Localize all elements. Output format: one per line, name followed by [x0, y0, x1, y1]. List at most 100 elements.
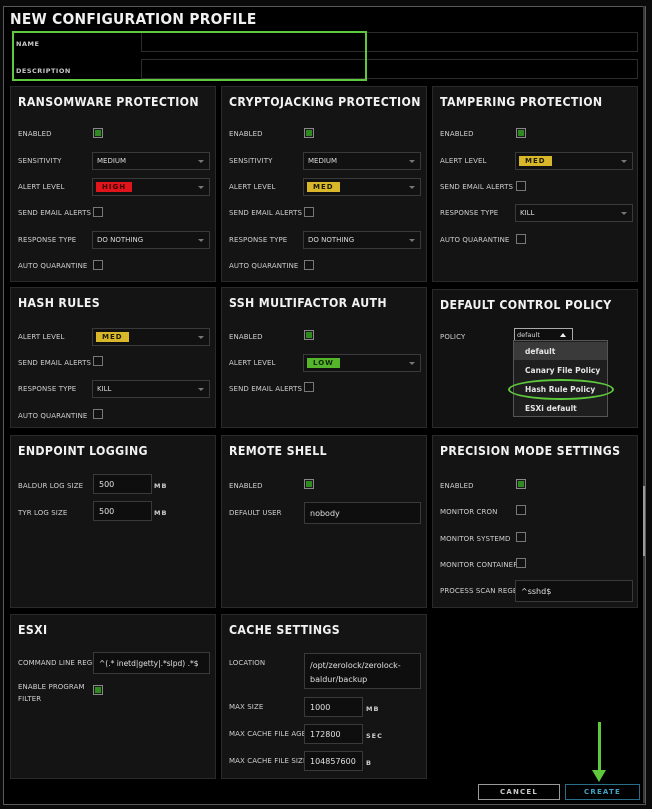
panel-title: ENDPOINT LOGGING — [18, 443, 148, 458]
enabled-checkbox[interactable] — [516, 479, 526, 489]
max-cache-file-size-input[interactable]: 104857600 — [304, 751, 363, 771]
max-size-input[interactable]: 1000 — [304, 697, 363, 717]
email-alerts-checkbox[interactable] — [93, 207, 103, 217]
enabled-checkbox[interactable] — [304, 128, 314, 138]
auto-quarantine-label: AUTO QUARANTINE — [18, 412, 88, 420]
panel-cryptojacking: CRYPTOJACKING PROTECTION ENABLED SENSITI… — [221, 86, 427, 282]
enabled-label: ENABLED — [229, 130, 263, 138]
enable-program-filter-label-2: FILTER — [18, 695, 42, 703]
sensitivity-label: SENSITIVITY — [18, 157, 62, 165]
alert-level-select[interactable]: MED — [515, 152, 633, 170]
policy-option-canary-file[interactable]: Canary File Policy — [514, 361, 607, 379]
alert-level-badge: MED — [307, 182, 340, 192]
panel-remote-shell: REMOTE SHELL ENABLED DEFAULT USER nobody — [221, 435, 427, 608]
panel-title: TAMPERING PROTECTION — [440, 94, 603, 109]
panel-title: ESXI — [18, 622, 48, 637]
response-type-label: RESPONSE TYPE — [18, 385, 77, 393]
command-line-regex-input[interactable]: ^(.* inetd|getty|.*slpd) .*$ — [93, 652, 210, 674]
enable-program-filter-label: ENABLE PROGRAM — [18, 683, 85, 691]
alert-level-badge: HIGH — [96, 182, 133, 192]
auto-quarantine-checkbox[interactable] — [304, 260, 314, 270]
policy-option-esxi-default[interactable]: ESXi default — [514, 399, 607, 417]
policy-label: POLICY — [440, 333, 466, 341]
select-value: MEDIUM — [308, 157, 338, 165]
response-type-select[interactable]: DO NOTHING — [92, 231, 210, 249]
baldur-log-size-input[interactable]: 500 — [93, 474, 152, 494]
max-size-label: MAX SIZE — [229, 703, 264, 711]
enabled-checkbox[interactable] — [93, 128, 103, 138]
monitor-containerd-label: MONITOR CONTAINERD — [440, 561, 524, 569]
enabled-checkbox[interactable] — [516, 128, 526, 138]
cancel-button[interactable]: CANCEL — [478, 784, 560, 800]
auto-quarantine-checkbox[interactable] — [93, 409, 103, 419]
process-scan-regex-input[interactable]: ^sshd$ — [515, 580, 633, 602]
email-alerts-checkbox[interactable] — [304, 382, 314, 392]
alert-level-select[interactable]: HIGH — [92, 178, 210, 196]
panel-title: CRYPTOJACKING PROTECTION — [229, 94, 421, 109]
highlight-annotation-ellipse — [508, 379, 614, 400]
annotation-arrow-shaft — [598, 722, 601, 774]
sensitivity-select[interactable]: MEDIUM — [303, 152, 421, 170]
panel-cache-settings: CACHE SETTINGS LOCATION /opt/zerolock/ze… — [221, 614, 427, 779]
enable-program-filter-checkbox[interactable] — [93, 685, 103, 695]
policy-option-default[interactable]: default — [514, 342, 607, 360]
alert-level-badge: MED — [519, 156, 552, 166]
email-alerts-label: SEND EMAIL ALERTS — [440, 183, 514, 191]
scrollbar-thumb[interactable] — [643, 486, 645, 556]
monitor-containerd-checkbox[interactable] — [516, 558, 526, 568]
max-cache-file-age-input[interactable]: 172800 — [304, 724, 363, 744]
select-value: KILL — [520, 209, 535, 217]
location-input[interactable]: /opt/zerolock/zerolock- baldur/backup — [304, 653, 421, 689]
response-type-label: RESPONSE TYPE — [18, 236, 77, 244]
email-alerts-label: SEND EMAIL ALERTS — [229, 385, 303, 393]
email-alerts-label: SEND EMAIL ALERTS — [229, 209, 303, 217]
panel-title: CACHE SETTINGS — [229, 622, 341, 637]
alert-level-label: ALERT LEVEL — [440, 157, 487, 165]
panel-title: SSH MULTIFACTOR AUTH — [229, 295, 387, 310]
max-cache-file-size-label: MAX CACHE FILE SIZE — [229, 757, 308, 765]
email-alerts-checkbox[interactable] — [93, 356, 103, 366]
enabled-checkbox[interactable] — [304, 330, 314, 340]
email-alerts-label: SEND EMAIL ALERTS — [18, 209, 92, 217]
select-value: KILL — [97, 385, 112, 393]
chevron-down-icon — [409, 186, 415, 189]
chevron-down-icon — [621, 160, 627, 163]
create-button[interactable]: CREATE — [565, 784, 640, 800]
alert-level-select[interactable]: MED — [303, 178, 421, 196]
alert-level-select[interactable]: LOW — [303, 354, 421, 372]
email-alerts-checkbox[interactable] — [304, 207, 314, 217]
chevron-down-icon — [198, 336, 204, 339]
tyr-log-size-input[interactable]: 500 — [93, 501, 152, 521]
location-line-2: baldur/backup — [310, 675, 368, 684]
auto-quarantine-checkbox[interactable] — [516, 234, 526, 244]
unit-label: MB — [154, 509, 168, 517]
panel-title: RANSOMWARE PROTECTION — [18, 94, 199, 109]
alert-level-badge: MED — [96, 332, 129, 342]
monitor-cron-checkbox[interactable] — [516, 505, 526, 515]
chevron-down-icon — [198, 186, 204, 189]
scrollbar-track[interactable] — [643, 6, 645, 803]
unit-label: SEC — [366, 732, 383, 740]
default-user-input[interactable]: nobody — [304, 502, 421, 524]
chevron-down-icon — [409, 239, 415, 242]
alert-level-select[interactable]: MED — [92, 328, 210, 346]
location-line-1: /opt/zerolock/zerolock- — [310, 661, 401, 670]
chevron-down-icon — [198, 388, 204, 391]
enabled-checkbox[interactable] — [304, 479, 314, 489]
response-type-label: RESPONSE TYPE — [440, 209, 499, 217]
panel-precision-mode: PRECISION MODE SETTINGS ENABLED MONITOR … — [432, 435, 638, 608]
response-type-select[interactable]: KILL — [92, 380, 210, 398]
alert-level-label: ALERT LEVEL — [229, 359, 276, 367]
monitor-systemd-checkbox[interactable] — [516, 532, 526, 542]
chevron-down-icon — [621, 212, 627, 215]
alert-level-label: ALERT LEVEL — [229, 183, 276, 191]
monitor-cron-label: MONITOR CRON — [440, 508, 498, 516]
sensitivity-select[interactable]: MEDIUM — [92, 152, 210, 170]
chevron-down-icon — [409, 362, 415, 365]
email-alerts-checkbox[interactable] — [516, 181, 526, 191]
response-type-select[interactable]: DO NOTHING — [303, 231, 421, 249]
tyr-log-size-label: TYR LOG SIZE — [18, 509, 68, 517]
unit-label: MB — [366, 705, 380, 713]
auto-quarantine-checkbox[interactable] — [93, 260, 103, 270]
response-type-select[interactable]: KILL — [515, 204, 633, 222]
